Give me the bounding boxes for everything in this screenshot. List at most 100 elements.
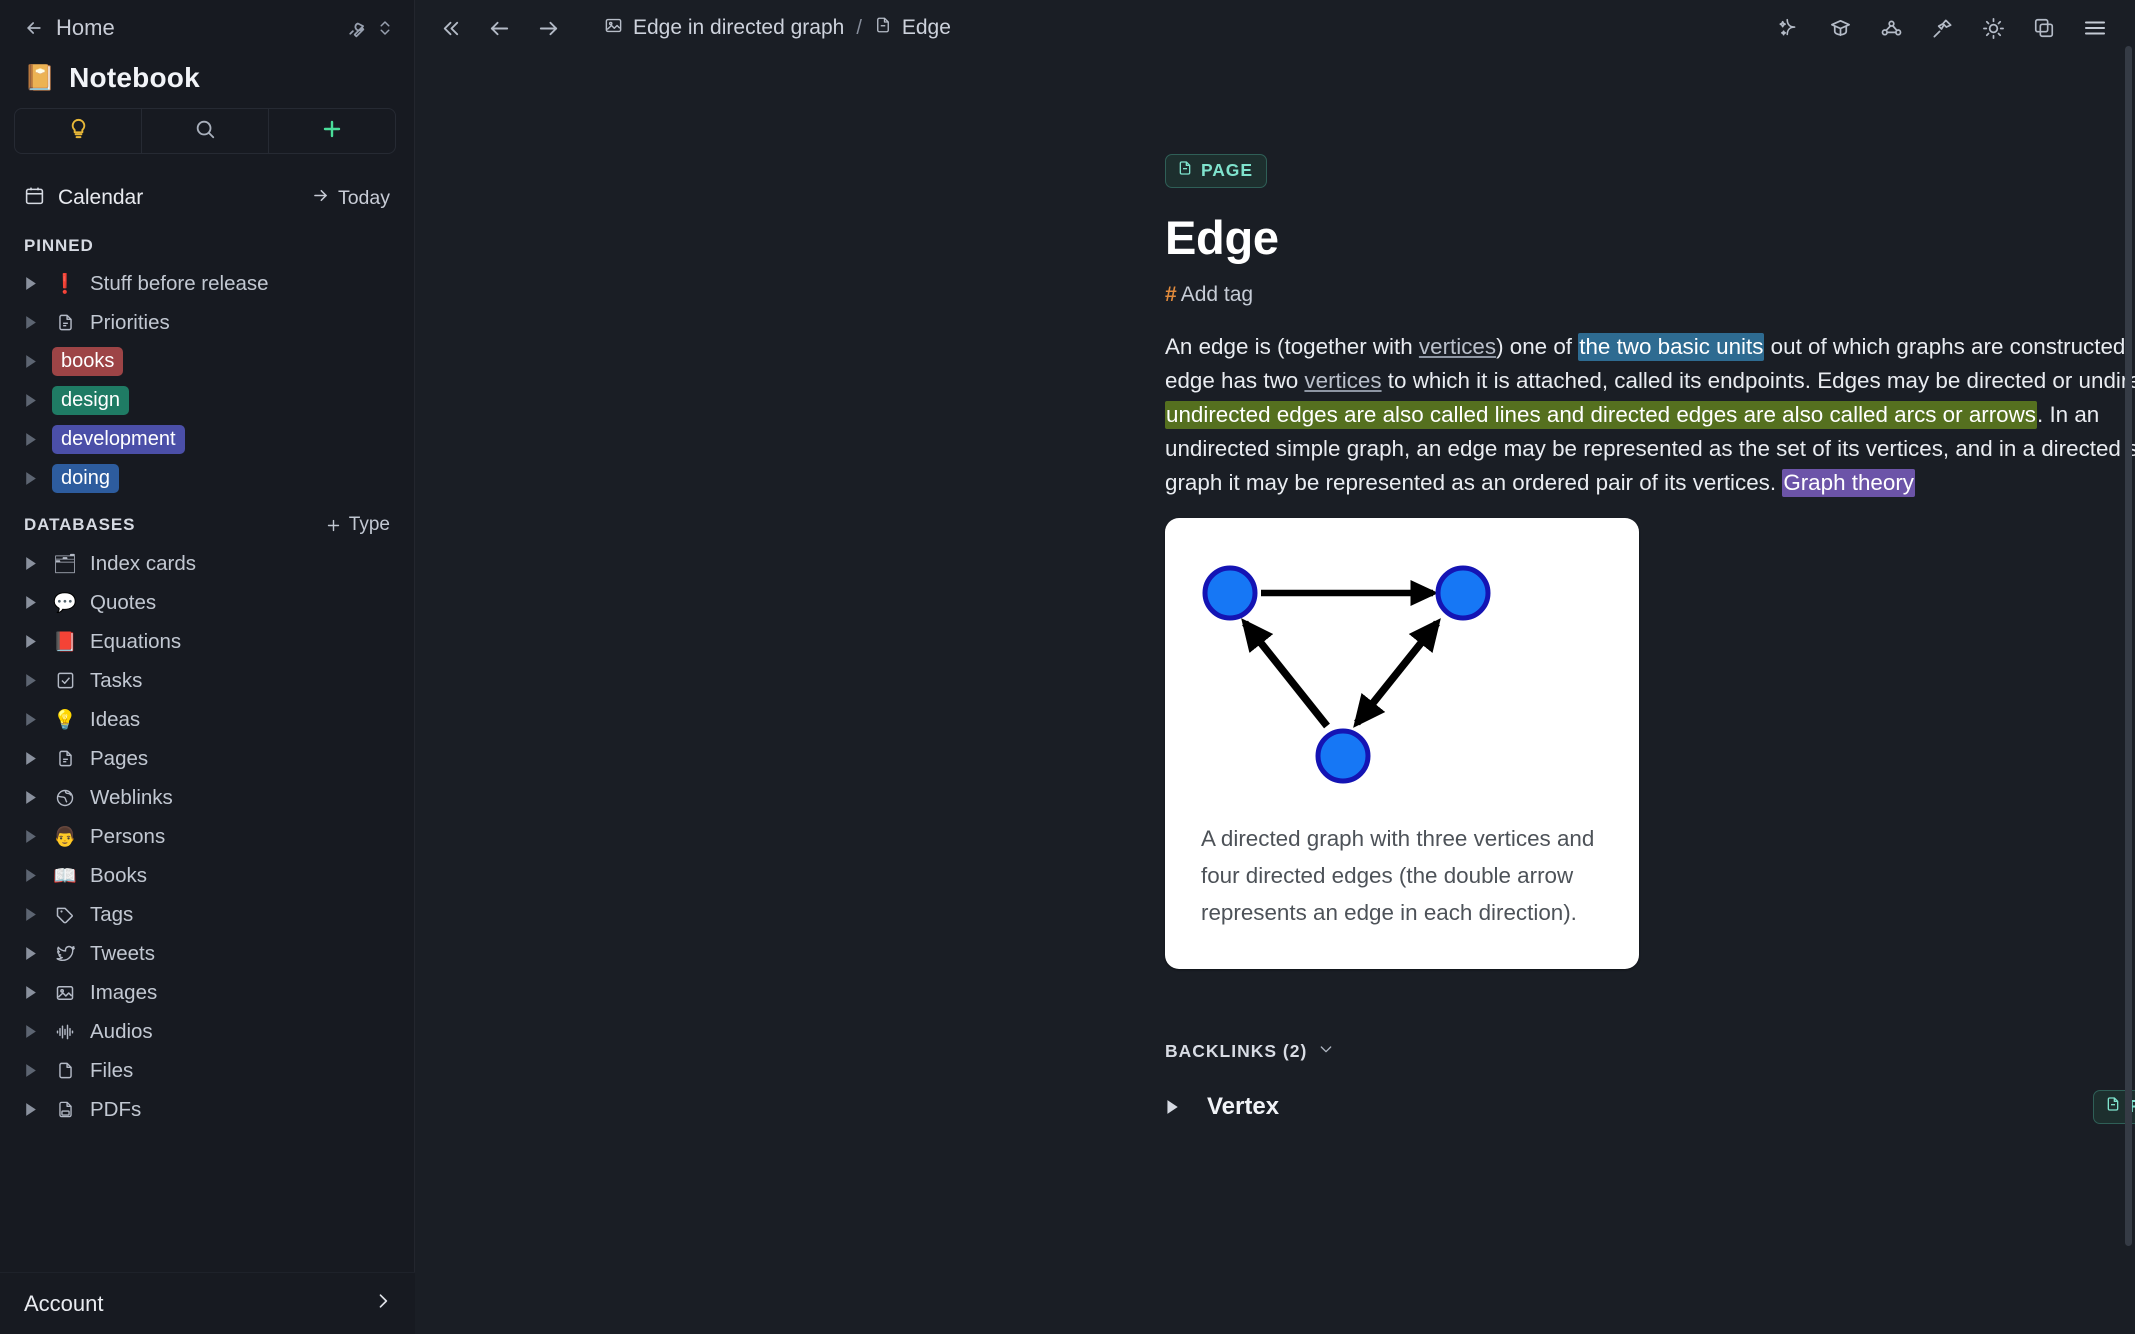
hamburger-menu-icon[interactable] xyxy=(2083,16,2107,40)
sidebar-item-tasks[interactable]: Tasks xyxy=(0,661,414,700)
sidebar-item-stuff-before-release[interactable]: ❗ Stuff before release xyxy=(0,264,414,303)
sidebar-item-development-tag[interactable]: development xyxy=(0,420,414,459)
sidebar-tab-add[interactable] xyxy=(269,109,395,153)
chevron-right-icon[interactable] xyxy=(24,907,44,922)
pin-icon[interactable] xyxy=(1931,17,1954,40)
sidebar-item-weblinks[interactable]: Weblinks xyxy=(0,778,414,817)
chevron-right-icon[interactable] xyxy=(24,1063,44,1078)
chevron-right-icon[interactable] xyxy=(24,276,44,291)
highlight-blue: the two basic units xyxy=(1578,333,1765,361)
sidebar-item-quotes[interactable]: 💬 Quotes xyxy=(0,583,414,622)
breadcrumb-separator: / xyxy=(856,16,862,39)
sidebar-item-images[interactable]: Images xyxy=(0,973,414,1012)
lightbulb-icon xyxy=(67,117,90,145)
internal-link-vertices-2[interactable]: vertices xyxy=(1304,368,1381,393)
page-type-badge[interactable]: PAGE xyxy=(1165,154,1267,188)
document-body: PAGE Edge # Add tag An edge is (together… xyxy=(415,56,2135,1124)
sidebar-item-label: Persons xyxy=(90,824,166,848)
account-button[interactable]: Account xyxy=(0,1272,415,1334)
sidebar-item-pdfs[interactable]: PDFs xyxy=(0,1090,414,1129)
chevron-right-icon[interactable] xyxy=(24,868,44,883)
internal-link-vertices-1[interactable]: vertices xyxy=(1419,334,1496,359)
sidebar-item-books-tag[interactable]: books xyxy=(0,342,414,381)
chevron-right-icon[interactable] xyxy=(24,1024,44,1039)
chevron-right-icon[interactable] xyxy=(24,556,44,571)
chevron-right-icon[interactable] xyxy=(24,673,44,688)
sun-theme-icon[interactable] xyxy=(1982,17,2005,40)
sidebar-item-equations[interactable]: 📕 Equations xyxy=(0,622,414,661)
chevron-right-icon[interactable] xyxy=(24,432,44,447)
sidebar-item-tweets[interactable]: Tweets xyxy=(0,934,414,973)
sidebar-item-doing-tag[interactable]: doing xyxy=(0,459,414,498)
sidebar-item-ideas[interactable]: 💡 Ideas xyxy=(0,700,414,739)
pinned-list: ❗ Stuff before release Priorities books … xyxy=(0,264,414,498)
image-icon xyxy=(52,983,78,1003)
tag-pill-doing[interactable]: doing xyxy=(52,463,119,494)
chevron-right-icon[interactable] xyxy=(24,595,44,610)
breadcrumb-item-parent[interactable]: Edge in directed graph xyxy=(604,16,844,41)
chevron-right-icon[interactable] xyxy=(24,751,44,766)
sidebar-item-tags[interactable]: Tags xyxy=(0,895,414,934)
copy-windows-icon[interactable] xyxy=(2033,17,2055,39)
chevron-right-icon[interactable] xyxy=(24,985,44,1000)
wrench-icon[interactable] xyxy=(345,18,366,39)
backlink-item-vertex[interactable]: Vertex PAGE xyxy=(1165,1090,2135,1124)
chevron-right-icon[interactable] xyxy=(24,1102,44,1117)
sidebar-item-pages[interactable]: Pages xyxy=(0,739,414,778)
sidebar-item-label: Quotes xyxy=(90,590,157,614)
tag-pill-books[interactable]: books xyxy=(52,346,124,377)
tag-pill-design[interactable]: design xyxy=(52,385,129,416)
chevron-right-icon[interactable] xyxy=(24,829,44,844)
sidebar-item-design-tag[interactable]: design xyxy=(0,381,414,420)
graph-node xyxy=(1435,565,1491,621)
chevron-right-icon[interactable] xyxy=(24,712,44,727)
sidebar-item-calendar[interactable]: Calendar Today xyxy=(0,176,414,220)
graduation-cap-icon[interactable] xyxy=(1829,17,1852,40)
text-run: to which it is attached, called its endp… xyxy=(1381,368,2135,393)
notebook-header[interactable]: 📔 Notebook xyxy=(0,56,414,108)
sidebar-item-priorities[interactable]: Priorities xyxy=(0,303,414,342)
chevron-right-icon[interactable] xyxy=(24,393,44,408)
arrow-left-icon[interactable] xyxy=(488,17,511,40)
sidebar-item-index-cards[interactable]: 🗂 Index cards xyxy=(0,544,414,583)
sidebar-tab-search[interactable] xyxy=(142,109,269,153)
sidebar-tab-ideas[interactable] xyxy=(15,109,142,153)
tag-pill-development[interactable]: development xyxy=(52,424,185,455)
image-card[interactable]: A directed graph with three vertices and… xyxy=(1165,518,1639,969)
graph-node xyxy=(1202,565,1258,621)
sidebar-item-files[interactable]: Files xyxy=(0,1051,414,1090)
backlinks-header[interactable]: BACKLINKS (2) xyxy=(1165,1041,2135,1062)
chevron-right-icon[interactable] xyxy=(24,354,44,369)
chevron-right-icon[interactable] xyxy=(24,946,44,961)
add-type-button[interactable]: Type xyxy=(325,514,390,536)
double-chevron-left-icon[interactable] xyxy=(439,17,462,40)
arrow-right-icon[interactable] xyxy=(537,17,560,40)
chevron-up-down-icon[interactable] xyxy=(376,18,394,38)
sidebar-item-persons[interactable]: 👨 Persons xyxy=(0,817,414,856)
arrow-left-icon xyxy=(24,18,44,38)
chevron-right-icon[interactable] xyxy=(24,471,44,486)
speech-balloon-icon: 💬 xyxy=(53,592,77,614)
graph-network-icon[interactable] xyxy=(1880,17,1903,40)
sparkle-ai-icon[interactable] xyxy=(1779,17,1801,39)
add-type-label: Type xyxy=(348,514,390,535)
chevron-right-icon[interactable] xyxy=(1165,1099,1185,1115)
sidebar-home-button[interactable]: Home xyxy=(24,15,115,41)
page-paragraph[interactable]: An edge is (together with vertices) one … xyxy=(1165,330,2135,500)
pinned-section-header: PINNED xyxy=(0,220,414,264)
pinned-label: PINNED xyxy=(24,236,94,255)
backlinks-label: BACKLINKS (2) xyxy=(1165,1041,1308,1061)
page-title[interactable]: Edge xyxy=(1165,210,2135,265)
vertical-scrollbar[interactable] xyxy=(2125,46,2132,1246)
chevron-right-icon[interactable] xyxy=(24,315,44,330)
breadcrumb-item-current[interactable]: Edge xyxy=(874,16,951,40)
main-content: Edge in directed graph / Edge PAGE Edge … xyxy=(415,0,2135,1334)
toolbar-actions xyxy=(1779,16,2113,40)
chevron-right-icon xyxy=(373,1291,393,1316)
add-tag-button[interactable]: # Add tag xyxy=(1165,283,1253,307)
sidebar-item-books[interactable]: 📖 Books xyxy=(0,856,414,895)
sidebar-item-audios[interactable]: Audios xyxy=(0,1012,414,1051)
chevron-right-icon[interactable] xyxy=(24,634,44,649)
today-button[interactable]: Today xyxy=(311,186,390,211)
chevron-right-icon[interactable] xyxy=(24,790,44,805)
